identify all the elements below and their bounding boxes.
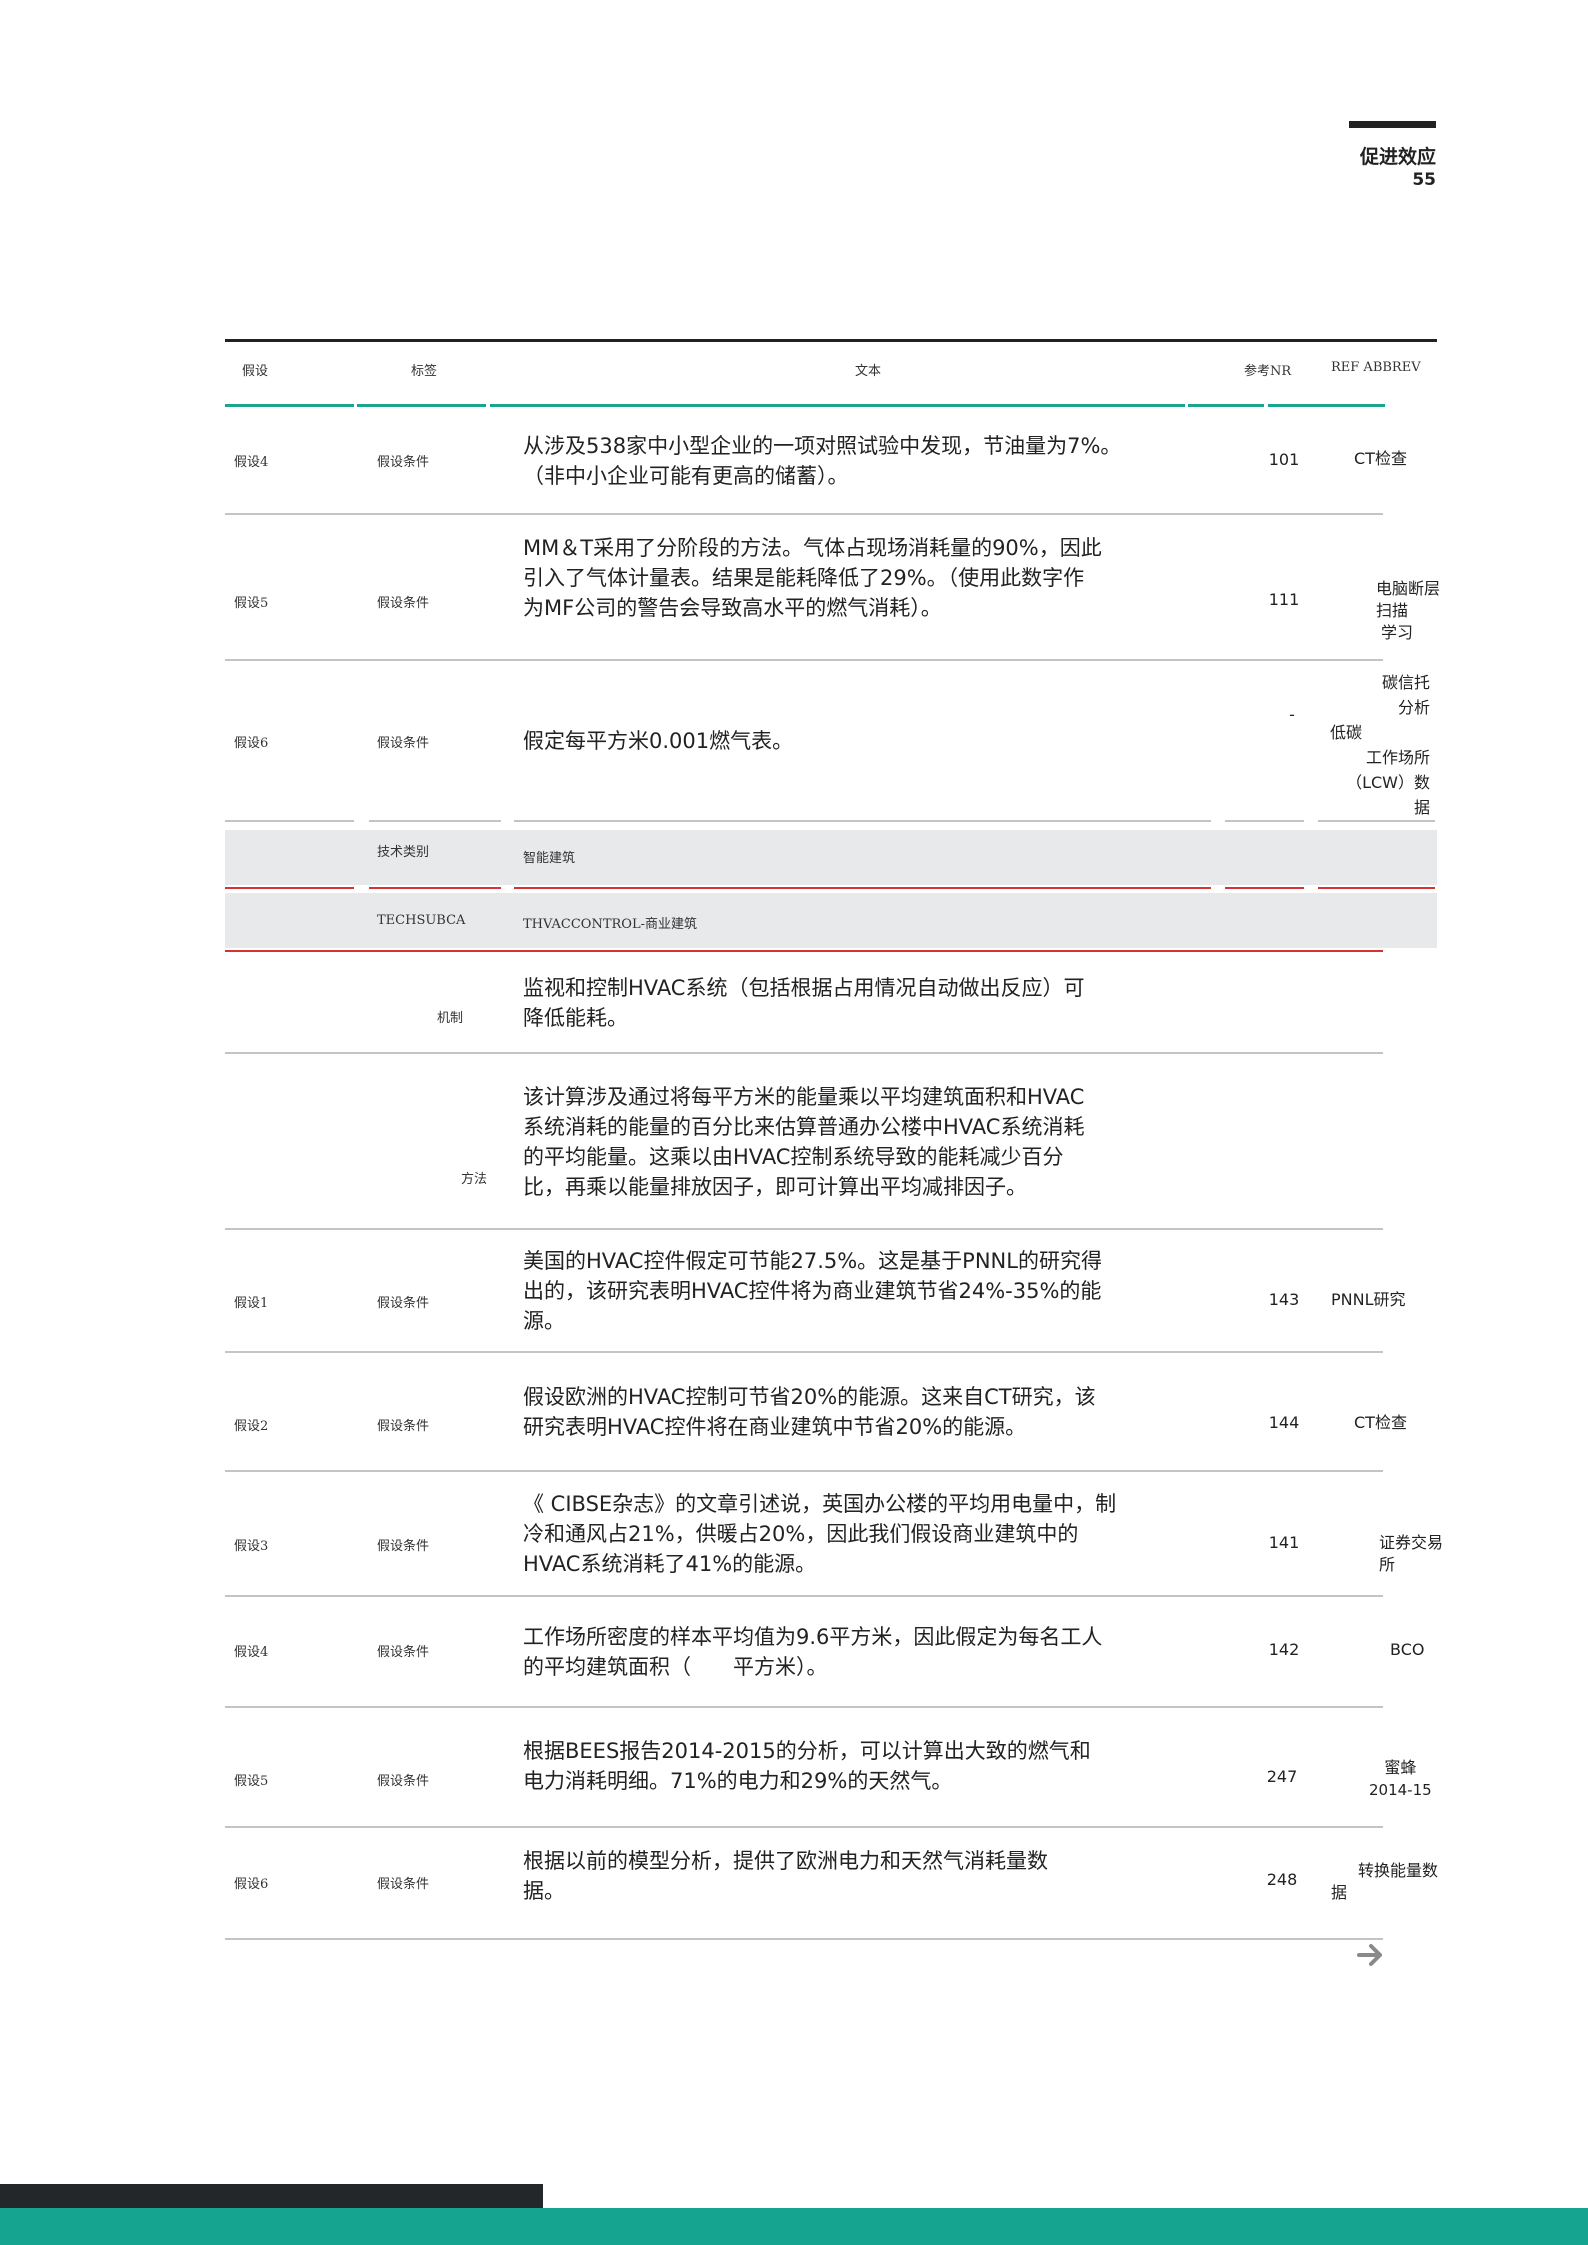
- row-divider: [514, 820, 1211, 822]
- section-title: 促进效应: [1359, 146, 1436, 168]
- col-header-id: 假设: [242, 364, 269, 379]
- row-label: 假设条件: [377, 455, 430, 470]
- row-ref-abbrev: 电脑断层 扫描 学习: [1376, 579, 1441, 642]
- band-divider: [225, 887, 354, 889]
- row-label: 假设条件: [377, 1645, 430, 1660]
- mechanism-label: 机制: [437, 1011, 464, 1026]
- row-divider: [225, 820, 354, 822]
- row-ref-nr: 144: [1268, 1413, 1300, 1432]
- row-divider: [225, 1595, 1383, 1597]
- band-divider: [1318, 887, 1435, 889]
- row-divider: [225, 1052, 1383, 1054]
- row-ref-abbrev: BCO: [1390, 1640, 1425, 1659]
- page-number: 55: [1412, 170, 1436, 190]
- row-divider: [225, 1351, 1383, 1353]
- row-id: 假设2: [234, 1419, 269, 1434]
- row-divider: [225, 1826, 1383, 1828]
- row-id: 假设6: [234, 736, 269, 751]
- row-id: 假设1: [234, 1296, 269, 1311]
- row-text: MM＆T采用了分阶段的方法。气体占现场消耗量的90%，因此 引入了气体计量表。结果…: [523, 536, 1102, 620]
- method-label: 方法: [461, 1172, 488, 1187]
- row-text: 美国的HVAC控件假定可节能27.5%。这是基于PNNL的研究得 出的，该研究表明…: [523, 1249, 1102, 1333]
- row-id: 假设6: [234, 1877, 269, 1892]
- row-ref-nr: 142: [1268, 1640, 1300, 1659]
- row-divider: [225, 1470, 1383, 1472]
- row-id: 假设3: [234, 1539, 269, 1554]
- row-ref-abbrev: PNNL研究: [1331, 1290, 1406, 1309]
- row-id: 假设4: [234, 455, 269, 470]
- mechanism-text: 监视和控制HVAC系统（包括根据占用情况自动做出反应）可 降低能耗。: [523, 976, 1085, 1030]
- header-underline: [357, 404, 486, 407]
- row-divider: [225, 1938, 1383, 1940]
- row-label: 假设条件: [377, 736, 430, 751]
- row-ref-nr: 248: [1266, 1870, 1298, 1889]
- category-label: 技术类别: [377, 845, 430, 860]
- table-top-rule: [225, 339, 1437, 342]
- row-ref-abbrev: CT检查: [1354, 1413, 1407, 1432]
- header-underline: [490, 404, 1185, 407]
- col-header-text: 文本: [855, 364, 882, 379]
- col-header-label: 标签: [411, 364, 438, 379]
- row-label: 假设条件: [377, 1296, 430, 1311]
- row-divider: [369, 820, 501, 822]
- row-text: 假设欧洲的HVAC控制可节省20%的能源。这来自CT研究，该 研究表明HVAC控件…: [523, 1385, 1096, 1439]
- row-divider: [1225, 820, 1304, 822]
- row-divider: [225, 1228, 1383, 1230]
- row-text: 假定每平方米0.001燃气表。: [523, 729, 794, 753]
- row-ref-abbrev: 蜜蜂 2014-15: [1369, 1758, 1432, 1799]
- row-text: 工作场所密度的样本平均值为9.6平方米，因此假定为每名工人 的平均建筑面积（ 平方…: [523, 1625, 1103, 1679]
- row-ref-nr: -: [1289, 705, 1295, 724]
- category-value: 智能建筑: [523, 851, 576, 866]
- row-text: 根据以前的模型分析，提供了欧洲电力和天然气消耗量数 据。: [523, 1849, 1048, 1903]
- method-text: 该计算涉及通过将每平方米的能量乘以平均建筑面积和HVAC 系统消耗的能量的百分比来…: [523, 1085, 1085, 1199]
- col-header-ref-abbrev: REF ABBREV: [1331, 360, 1421, 375]
- row-label: 假设条件: [377, 596, 430, 611]
- footer-dark-bar: [0, 2184, 543, 2208]
- row-ref-nr: 247: [1266, 1767, 1298, 1786]
- header-rule: [1349, 121, 1436, 128]
- header-underline: [1188, 404, 1264, 407]
- row-ref-abbrev: 证券交易所: [1379, 1533, 1444, 1574]
- row-ref-nr: 141: [1268, 1533, 1300, 1552]
- row-ref-abbrev: 转换能量数据: [1331, 1861, 1439, 1902]
- row-ref-abbrev: 碳信托 分析 低碳 工作场所 （LCW）数据: [1330, 673, 1430, 817]
- row-id: 假设4: [234, 1645, 269, 1660]
- band-divider: [514, 887, 1211, 889]
- row-text: 《 CIBSE杂志》的文章引述说，英国办公楼的平均用电量中，制 冷和通风占21%，…: [523, 1492, 1117, 1576]
- header-underline: [225, 404, 354, 407]
- subcategory-value: THVACCONTROL-商业建筑: [523, 917, 697, 932]
- row-id: 假设5: [234, 596, 269, 611]
- row-ref-nr: 143: [1268, 1290, 1300, 1309]
- row-label: 假设条件: [377, 1539, 430, 1554]
- row-text: 根据BEES报告2014-2015的分析，可以计算出大致的燃气和 电力消耗明细。7…: [523, 1739, 1091, 1793]
- footer-teal-bar: [0, 2208, 1588, 2245]
- row-text: 从涉及538家中小型企业的一项对照试验中发现，节油量为7%。 （非中小企业可能有更…: [523, 434, 1122, 488]
- header-underline: [1268, 404, 1385, 407]
- row-divider: [225, 513, 1383, 515]
- row-label: 假设条件: [377, 1419, 430, 1434]
- row-ref-nr: 101: [1268, 450, 1300, 469]
- band-divider: [225, 950, 1383, 952]
- row-label: 假设条件: [377, 1877, 430, 1892]
- subcategory-label: TECHSUBCA: [377, 913, 466, 928]
- arrow-right-icon[interactable]: [1356, 1940, 1386, 1970]
- row-ref-abbrev: CT检查: [1354, 449, 1407, 468]
- row-divider: [1318, 820, 1435, 822]
- row-id: 假设5: [234, 1774, 269, 1789]
- row-divider: [225, 659, 1383, 661]
- row-label: 假设条件: [377, 1774, 430, 1789]
- col-header-ref-nr: 参考NR: [1244, 364, 1292, 379]
- band-divider: [1225, 887, 1304, 889]
- row-ref-nr: 111: [1268, 590, 1300, 609]
- row-divider: [225, 1706, 1383, 1708]
- band-divider: [369, 887, 501, 889]
